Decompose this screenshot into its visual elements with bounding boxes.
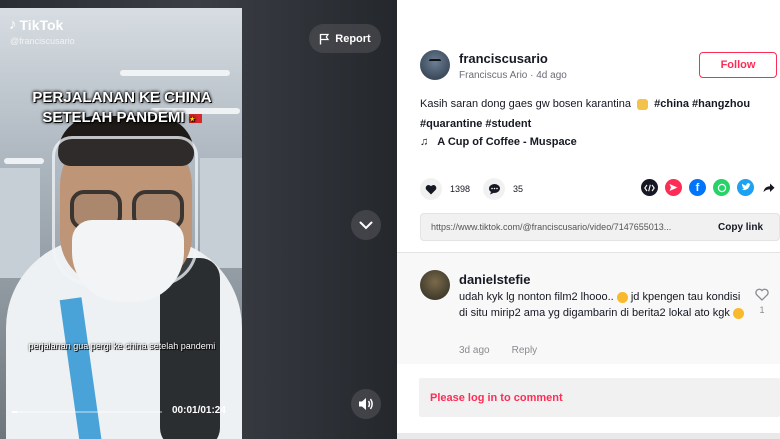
reply-button[interactable]: Reply [512,345,538,356]
author-meta: Franciscus Ario · 4d ago [459,70,567,81]
video-progress-fill [12,411,17,413]
video-watermark-handle: @franciscusario [10,36,75,46]
volume-button[interactable] [351,389,381,419]
whatsapp-icon[interactable] [713,179,730,196]
author-username[interactable]: franciscusario [459,51,548,66]
flag-icon [320,33,330,44]
video-description: Kasih saran dong gaes gw bosen karantina… [420,98,751,130]
comment-age: 3d ago [459,345,490,356]
commenter-avatar[interactable] [420,270,450,300]
grin-emoji-icon [732,307,744,319]
twitter-icon[interactable] [737,179,754,196]
copy-link-button[interactable]: Copy link [706,222,763,233]
login-to-comment-button[interactable]: Please log in to comment [419,378,780,417]
comment-meta: 3d ago Reply [459,345,537,356]
like-count: 1398 [450,184,471,194]
embed-icon[interactable] [641,179,658,196]
hashtag-link[interactable]: #hangzhou [692,98,750,110]
comment-like-count: 1 [759,305,765,315]
author-avatar[interactable] [420,50,450,80]
comment-text: udah kyk lg nonton film2 lhooo.. jd kpen… [459,289,749,321]
chevron-down-icon [359,221,373,229]
follow-button[interactable]: Follow [699,52,777,78]
comment-action[interactable]: 35 [483,178,523,200]
comment-like[interactable]: 1 [755,288,769,315]
hashtag-link[interactable]: #quarantine [420,118,482,130]
share-arrow-icon[interactable] [760,179,777,196]
video-player[interactable]: PERJALANAN KE CHINA SETELAH PANDEMI perj… [0,8,242,439]
heart-outline-icon[interactable] [755,288,769,301]
china-flag-icon [188,110,202,130]
comment-count: 35 [513,184,524,194]
face-shield-image [52,136,198,286]
tiktok-logo: ♪ TikTok [9,16,64,33]
next-video-button[interactable] [351,210,381,240]
grin-emoji-icon [616,291,628,303]
hashtag-link[interactable]: #china [654,98,689,110]
pray-emoji-icon [637,98,649,110]
video-stage: PERJALANAN KE CHINA SETELAH PANDEMI perj… [0,0,397,439]
video-url[interactable]: https://www.tiktok.com/@franciscusario/v… [421,222,706,232]
tiktok-note-icon: ♪ [9,16,17,33]
speaker-icon [359,398,373,410]
comment-icon[interactable] [483,178,505,200]
commenter-username[interactable]: danielstefie [459,272,531,287]
hashtag-link[interactable]: #student [485,118,531,130]
share-link-box: https://www.tiktok.com/@franciscusario/v… [420,213,780,241]
send-icon[interactable] [665,179,682,196]
video-info-panel: franciscusario Franciscus Ario · 4d ago … [397,8,780,439]
music-link[interactable]: ♫ A Cup of Coffee - Muspace [420,136,577,148]
report-button[interactable]: Report [309,24,381,53]
music-note-icon: ♫ [420,136,429,148]
like-action[interactable]: 1398 [420,178,470,200]
heart-icon[interactable] [420,178,442,200]
video-subtitle: perjalanan gua pergi ke china setelah pa… [28,341,216,351]
video-overlay-title: PERJALANAN KE CHINA SETELAH PANDEMI [22,88,222,130]
facebook-icon[interactable]: f [689,179,706,196]
video-progress-bar[interactable] [12,411,162,413]
video-time: 00:01/01:24 [172,405,226,416]
